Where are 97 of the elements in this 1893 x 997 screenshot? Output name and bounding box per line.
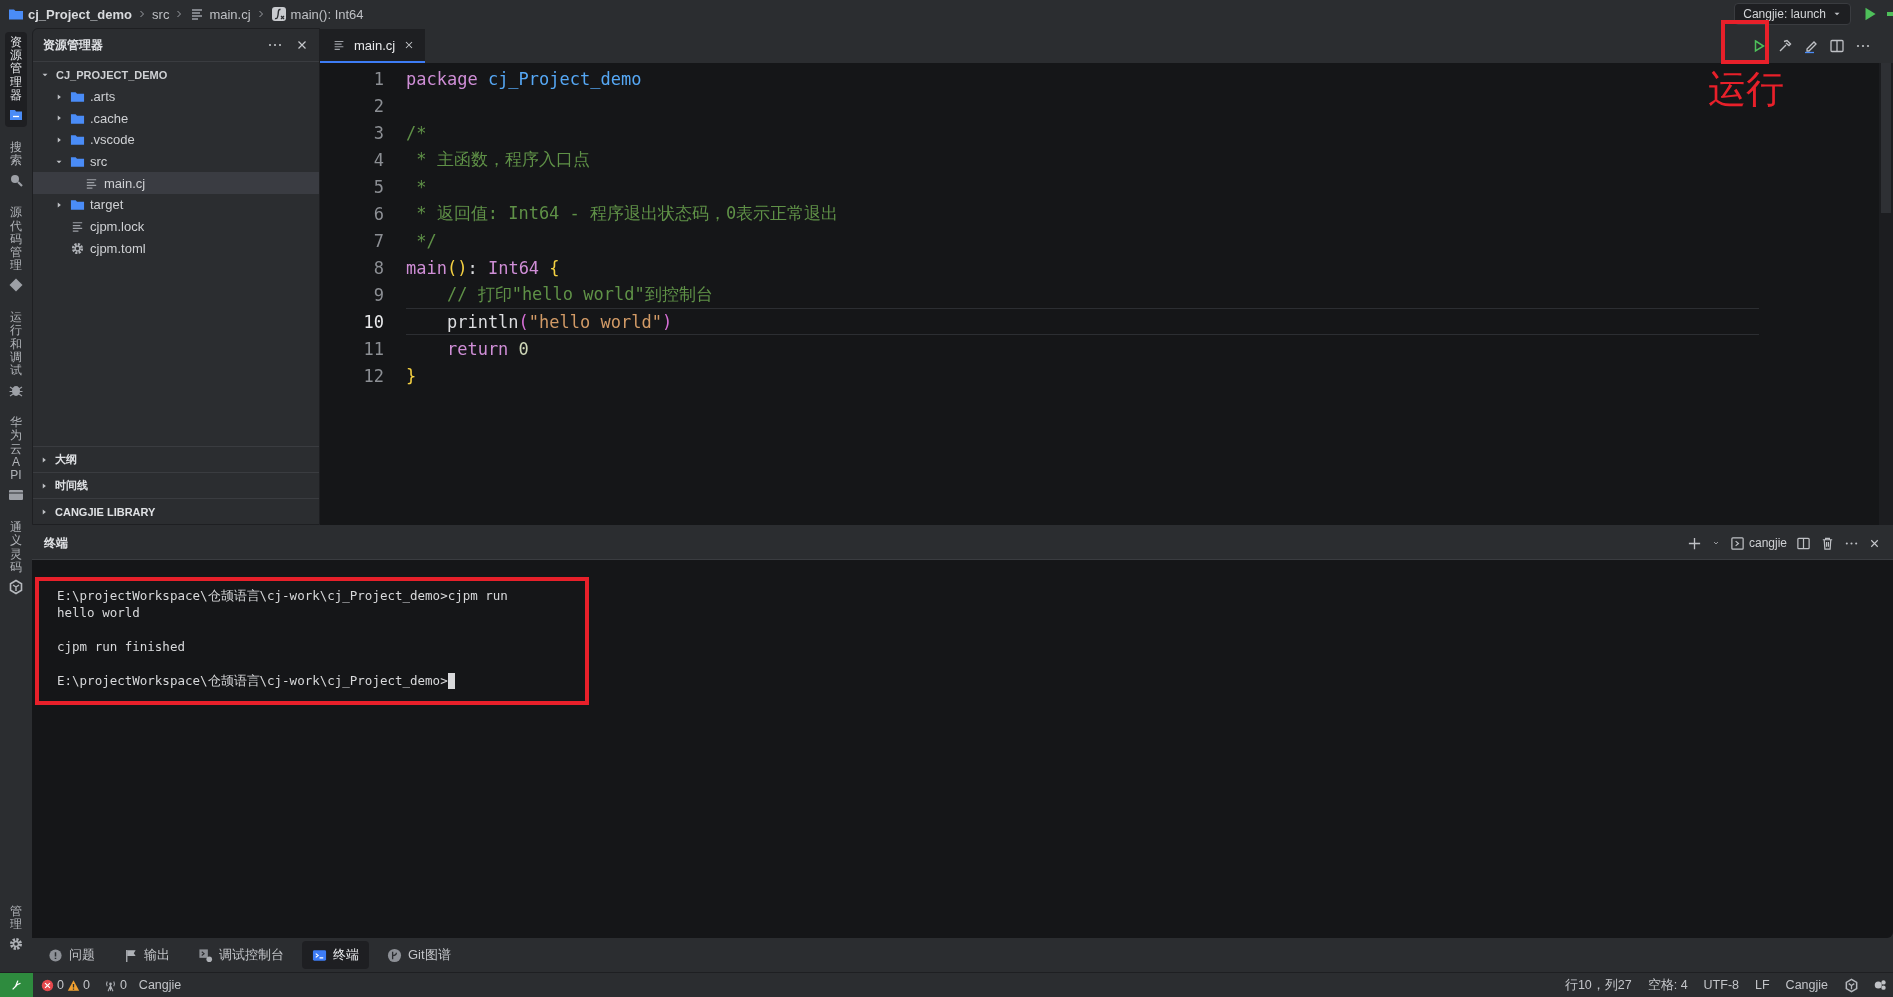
status-item[interactable]: LF	[1755, 978, 1770, 992]
code-line: */	[415, 230, 437, 251]
code-line: return 0	[445, 338, 529, 359]
hammer-icon[interactable]	[1777, 38, 1793, 54]
line-number: 2	[372, 95, 385, 116]
callout-label: 运行	[1708, 70, 1784, 108]
line-number: 10	[362, 311, 385, 332]
line-number: 12	[362, 365, 385, 386]
alert-icon	[48, 947, 63, 963]
status-item[interactable]: Cangjie	[1785, 978, 1828, 992]
panel-tab[interactable]: Git图谱	[377, 941, 461, 969]
activity-item[interactable]: 资源管理器	[5, 32, 27, 127]
tree-item[interactable]: main.cj	[33, 172, 319, 195]
terminal-icon	[312, 947, 327, 963]
warning-icon	[66, 978, 80, 992]
line-number: 1	[372, 68, 385, 89]
settings-icon	[8, 936, 24, 952]
search-icon	[8, 172, 24, 189]
panel-title: 资源管理器	[43, 36, 104, 54]
code-line: package cj_Project_demo	[406, 68, 642, 89]
folder-icon	[70, 197, 85, 213]
section-header[interactable]: 时间线	[33, 472, 319, 498]
tree-item[interactable]: src	[33, 150, 319, 173]
status-item[interactable]: 空格: 4	[1647, 976, 1688, 994]
code-line: * 主函数，程序入口点	[415, 148, 590, 171]
trash-icon[interactable]	[1820, 535, 1835, 551]
line-number: 3	[372, 122, 385, 143]
tree-item[interactable]: .cache	[33, 107, 319, 130]
panel-tab[interactable]: 输出	[113, 941, 180, 969]
git-icon	[387, 947, 402, 963]
panel-tab[interactable]: 调试控制台	[188, 941, 294, 969]
section-header[interactable]: CANGJIE LIBRARY	[33, 498, 319, 524]
problems-status[interactable]: 0 0	[41, 978, 90, 992]
section-header[interactable]: 大纲	[33, 446, 319, 472]
status-item[interactable]: Cangjie	[138, 978, 182, 992]
activity-item[interactable]: 运行和调试	[5, 307, 27, 403]
code-line: println("hello world")	[445, 311, 673, 332]
logo-icon	[8, 578, 24, 595]
activity-item[interactable]: 管理	[5, 900, 27, 956]
launch-config-dropdown[interactable]: Cangjie: launch	[1734, 3, 1851, 25]
folder-icon	[70, 89, 85, 105]
logo-icon[interactable]	[1844, 977, 1859, 993]
terminal-icon	[1729, 535, 1745, 551]
tree-item[interactable]: cjpm.toml	[33, 237, 319, 260]
activity-item[interactable]: 通义灵码	[5, 517, 27, 599]
status-item[interactable]: 行10，列27	[1564, 976, 1632, 994]
file-icon	[332, 38, 346, 52]
line-number: 7	[372, 230, 385, 251]
tree-item[interactable]: .arts	[33, 85, 319, 108]
code-line: // 打印"hello world"到控制台	[445, 283, 713, 306]
file-icon	[70, 219, 85, 235]
ports-status[interactable]: 0	[103, 978, 127, 992]
panel-title: 终端	[44, 534, 69, 552]
dots-icon[interactable]	[1873, 978, 1887, 992]
folder-icon	[70, 132, 85, 148]
function-icon	[270, 6, 287, 22]
breadcrumb-item[interactable]: main(): Int64	[290, 6, 364, 22]
code-line: * 返回值: Int64 - 程序退出状态码，0表示正常退出	[415, 202, 839, 225]
tree-item[interactable]: cjpm.lock	[33, 215, 319, 238]
tree-root[interactable]: CJ_PROJECT_DEMO	[33, 64, 319, 86]
code-line: *	[415, 176, 427, 197]
tree-item[interactable]: target	[33, 194, 319, 216]
panel-tab[interactable]: 终端	[302, 941, 369, 969]
breadcrumb-item[interactable]: src	[152, 6, 170, 22]
line-number: 9	[372, 284, 385, 305]
split-icon[interactable]	[1829, 38, 1845, 54]
editor-tab[interactable]: main.cj	[320, 29, 426, 63]
diamond-icon	[8, 277, 24, 294]
breadcrumb-item[interactable]: main.cj	[209, 6, 251, 22]
plus-icon[interactable]	[1686, 535, 1702, 551]
line-number: 11	[362, 338, 385, 359]
terminal-profile[interactable]: cangjie	[1729, 535, 1787, 551]
activity-item[interactable]: 源代码管理	[5, 202, 27, 298]
gear-icon	[70, 240, 85, 256]
line-number: 8	[372, 257, 385, 278]
console-icon	[198, 947, 213, 963]
flag-icon	[123, 947, 138, 963]
code-line: /*	[406, 122, 427, 143]
text-cursor	[447, 672, 455, 689]
breadcrumb-item[interactable]: cj_Project_demo	[28, 6, 133, 22]
terminal-line: E:\projectWorkspace\仓颉语言\cj-work\cj_Project_demo>cjpm run	[57, 587, 508, 604]
status-item[interactable]: UTF-8	[1703, 978, 1739, 992]
folder-icon	[70, 154, 85, 170]
tree-item[interactable]: .vscode	[33, 129, 319, 151]
line-number: 4	[372, 149, 385, 170]
activity-item[interactable]: 搜索	[5, 136, 27, 193]
line-number: 6	[372, 203, 385, 224]
terminal-line: E:\projectWorkspace\仓颉语言\cj-work\cj_Project_demo>	[57, 672, 448, 689]
code-line: }	[406, 365, 417, 386]
line-number: 5	[372, 176, 385, 197]
error-icon	[41, 978, 54, 992]
terminal-line: cjpm run finished	[57, 638, 185, 655]
code-line: main(): Int64 {	[406, 257, 560, 278]
split-icon[interactable]	[1796, 535, 1811, 551]
activity-item[interactable]: 华为云 API	[5, 412, 27, 508]
terminal-line: hello world	[57, 604, 140, 621]
panel-tab[interactable]: 问题	[38, 941, 105, 969]
